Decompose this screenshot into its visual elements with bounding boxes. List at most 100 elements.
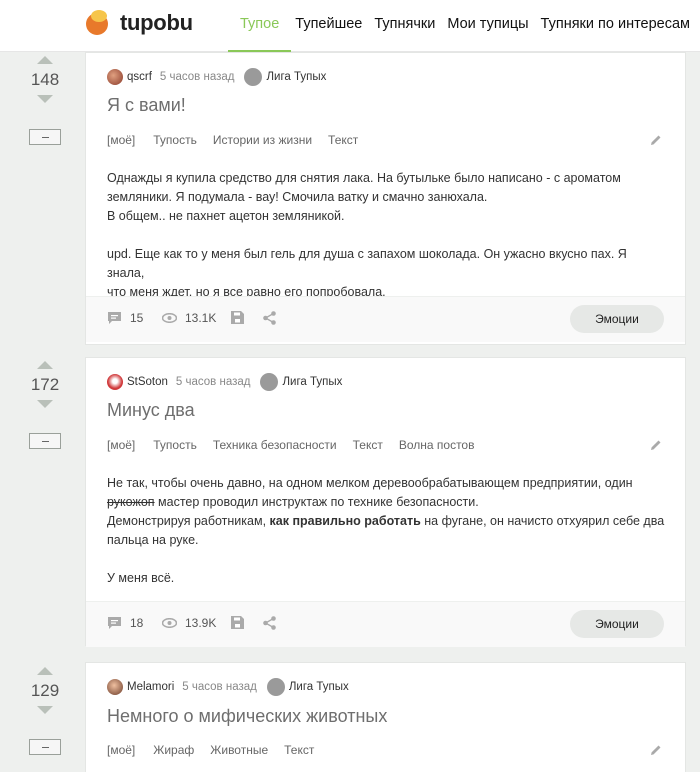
post-tags: [моё] Жираф Животные Текст	[107, 743, 330, 757]
views-stat: 13.1K	[162, 311, 216, 325]
post-text-line: upd. Еще как то у меня был гель для душа…	[107, 247, 627, 280]
save-button[interactable]	[231, 616, 252, 629]
community-avatar[interactable]	[260, 373, 279, 391]
tag[interactable]: Истории из жизни	[213, 133, 312, 147]
upvote-icon[interactable]	[37, 56, 53, 64]
post-card: qscrf 5 часов назад Лига Тупых Я с вами!…	[85, 52, 686, 345]
emotions-button[interactable]: Эмоции	[570, 305, 664, 333]
post-meta: StSoton 5 часов назад Лига Тупых	[107, 373, 342, 391]
collapse-post-button[interactable]	[29, 433, 61, 449]
edit-pencil-icon[interactable]	[649, 438, 663, 452]
nav-item-tupnyachki[interactable]: Тупнячки	[368, 0, 441, 52]
post-rating: 172	[30, 375, 60, 394]
post-author[interactable]: Melamori	[127, 681, 174, 693]
strikethrough-text: рукожоп	[107, 495, 155, 509]
post-time[interactable]: 5 часов назад	[176, 376, 251, 388]
nav-item-tupoe[interactable]: Тупое	[228, 0, 292, 52]
bold-text: как правильно работать	[269, 514, 421, 528]
post-card: Melamori 5 часов назад Лига Тупых Немног…	[85, 662, 686, 772]
edit-pencil-icon[interactable]	[649, 133, 663, 147]
site-logo[interactable]: tupobu	[84, 10, 193, 36]
eye-icon	[162, 313, 177, 323]
save-icon	[231, 311, 244, 324]
post-rating: 129	[30, 681, 60, 700]
vote-column: 148	[28, 56, 62, 103]
upvote-icon[interactable]	[37, 667, 53, 675]
save-button[interactable]	[231, 311, 252, 324]
post-title[interactable]: Немного о мифических животных	[107, 706, 387, 727]
post-body: Однажды я купила средство для снятия лак…	[107, 169, 667, 302]
downvote-icon[interactable]	[37, 706, 53, 714]
nav-item-my-tupitsy[interactable]: Мои тупицы	[441, 0, 534, 52]
post-tags: [моё] Тупость Истории из жизни Текст	[107, 133, 374, 147]
comments-link[interactable]: 18	[107, 616, 143, 630]
tag[interactable]: [моё]	[107, 133, 135, 147]
logo-icon	[84, 10, 110, 36]
post-author[interactable]: qscrf	[127, 71, 152, 83]
upvote-icon[interactable]	[37, 361, 53, 369]
post-community[interactable]: Лига Тупых	[289, 681, 349, 693]
post-community[interactable]: Лига Тупых	[282, 376, 342, 388]
tag[interactable]: [моё]	[107, 743, 135, 757]
post-text-line: У меня всё.	[107, 571, 175, 585]
share-icon	[263, 616, 276, 630]
comment-icon	[108, 312, 121, 324]
main-nav: Тупое Тупейшее Тупнячки Мои тупицы Тупня…	[228, 0, 696, 52]
avatar[interactable]	[107, 679, 123, 695]
tag[interactable]: Жираф	[153, 743, 194, 757]
post-footer: 18 13.9K Эмоции	[86, 601, 685, 647]
post-text-line: пальца на руке.	[107, 533, 199, 547]
tag[interactable]: [моё]	[107, 438, 135, 452]
tag[interactable]: Текст	[328, 133, 358, 147]
downvote-icon[interactable]	[37, 400, 53, 408]
tag[interactable]: Текст	[284, 743, 314, 757]
post-author[interactable]: StSoton	[127, 376, 168, 388]
views-count: 13.9K	[185, 616, 217, 630]
emotions-button[interactable]: Эмоции	[570, 610, 664, 638]
vote-column: 129	[28, 667, 62, 714]
post-title[interactable]: Я с вами!	[107, 95, 186, 116]
post-title[interactable]: Минус два	[107, 400, 195, 421]
views-stat: 13.9K	[162, 616, 216, 630]
post-text-line: земляники. Я подумала - вау! Смочила ват…	[107, 190, 488, 204]
tag[interactable]: Текст	[353, 438, 383, 452]
post-text-line: Однажды я купила средство для снятия лак…	[107, 171, 621, 185]
post-rating: 148	[30, 70, 60, 89]
collapse-post-button[interactable]	[29, 739, 61, 755]
tag[interactable]: Волна постов	[399, 438, 475, 452]
post-card: StSoton 5 часов назад Лига Тупых Минус д…	[85, 357, 686, 647]
post-text-line: Не так, чтобы очень давно, на одном мелк…	[107, 476, 633, 490]
logo-text: tupobu	[120, 10, 193, 35]
tag[interactable]: Техника безопасности	[213, 438, 337, 452]
nav-item-by-interests[interactable]: Тупняки по интересам	[535, 0, 696, 52]
avatar[interactable]	[107, 374, 123, 390]
collapse-post-button[interactable]	[29, 129, 61, 145]
post-time[interactable]: 5 часов назад	[182, 681, 257, 693]
community-avatar[interactable]	[266, 678, 285, 696]
post-meta: Melamori 5 часов назад Лига Тупых	[107, 678, 349, 696]
edit-pencil-icon[interactable]	[649, 743, 663, 757]
views-count: 13.1K	[185, 311, 217, 325]
eye-icon	[162, 618, 177, 628]
share-button[interactable]	[263, 311, 284, 325]
post-community[interactable]: Лига Тупых	[266, 71, 326, 83]
avatar[interactable]	[107, 69, 123, 85]
downvote-icon[interactable]	[37, 95, 53, 103]
comments-count: 15	[130, 311, 144, 325]
post-text-line: В общем.. не пахнет ацетон земляникой.	[107, 209, 345, 223]
post-text-line: Демонстрируя работникам, как правильно р…	[107, 512, 667, 531]
post-footer: 15 13.1K Эмоции	[86, 296, 685, 342]
post-text-span: на фугане, он начисто отхуярил себе два	[420, 514, 665, 528]
share-button[interactable]	[263, 616, 284, 630]
nav-item-tupeyshee[interactable]: Тупейшее	[291, 0, 368, 52]
community-avatar[interactable]	[244, 68, 263, 86]
tag[interactable]: Животные	[210, 743, 268, 757]
comments-count: 18	[130, 616, 144, 630]
share-icon	[263, 311, 276, 325]
post-text-span: мастер проводил инструктаж по технике бе…	[154, 495, 479, 509]
post-time[interactable]: 5 часов назад	[160, 71, 235, 83]
tag[interactable]: Тупость	[153, 438, 197, 452]
post-tags: [моё] Тупость Техника безопасности Текст…	[107, 438, 490, 452]
comments-link[interactable]: 15	[107, 311, 143, 325]
tag[interactable]: Тупость	[153, 133, 197, 147]
